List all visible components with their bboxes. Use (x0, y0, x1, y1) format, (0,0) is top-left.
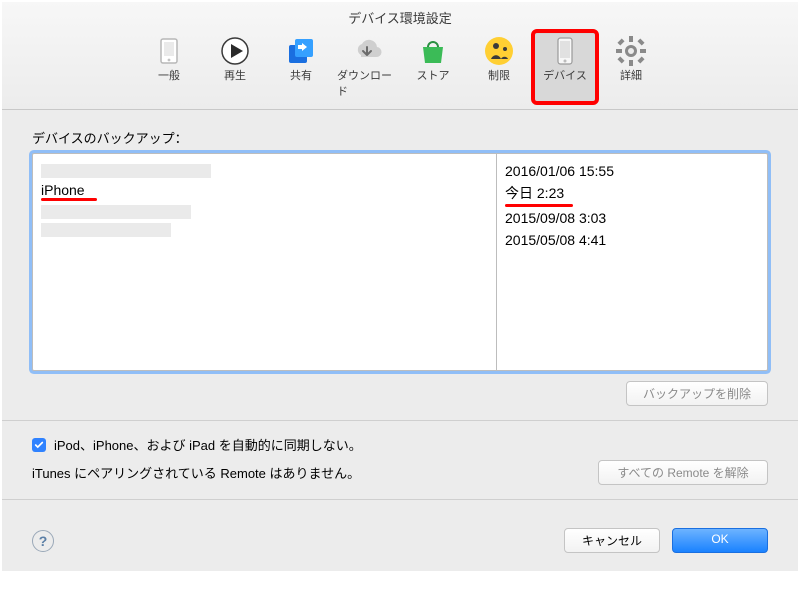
tab-label: デバイス (543, 67, 587, 83)
gear-icon (615, 35, 647, 67)
list-item[interactable] (41, 164, 211, 178)
check-icon (34, 440, 44, 450)
device-name: iPhone (41, 182, 85, 198)
remote-status-label: iTunes にペアリングされている Remote はありません。 (32, 463, 360, 482)
backup-date: 2015/05/08 4:41 (505, 229, 759, 251)
tab-store[interactable]: ストア (401, 31, 465, 103)
tab-general[interactable]: 一般 (137, 31, 201, 103)
parental-icon (483, 35, 515, 67)
window-title: デバイス環境設定 (2, 2, 798, 29)
tab-label: 制限 (488, 67, 510, 83)
divider (2, 499, 798, 500)
tab-label: ダウンロード (337, 67, 397, 99)
general-icon (153, 35, 185, 67)
unpair-remotes-button[interactable]: すべての Remote を解除 (598, 460, 768, 485)
tab-sharing[interactable]: 共有 (269, 31, 333, 103)
preference-tabs: 一般 再生 共有 ダウンロード (2, 29, 798, 110)
auto-sync-row: iPod、iPhone、および iPad を自動的に同期しない。 (32, 435, 768, 454)
device-icon (549, 35, 581, 67)
auto-sync-checkbox[interactable] (32, 438, 46, 452)
remote-row: iTunes にペアリングされている Remote はありません。 すべての R… (32, 460, 768, 485)
delete-backup-button[interactable]: バックアップを削除 (626, 381, 768, 406)
cancel-button[interactable]: キャンセル (564, 528, 660, 553)
auto-sync-label: iPod、iPhone、および iPad を自動的に同期しない。 (54, 435, 362, 454)
ok-button[interactable]: OK (672, 528, 768, 553)
backup-date: 今日 2:23 (505, 182, 759, 207)
tab-label: 一般 (158, 67, 180, 83)
backup-date: 2015/09/08 3:03 (505, 207, 759, 229)
list-item[interactable] (41, 205, 191, 219)
tab-label: 再生 (224, 67, 246, 83)
play-icon (219, 35, 251, 67)
backup-list-dates: 2016/01/06 15:55 今日 2:23 2015/09/08 3:03… (497, 154, 767, 370)
backup-list[interactable]: iPhone 2016/01/06 15:55 今日 2:23 2015/09/… (32, 153, 768, 371)
tab-label: 共有 (290, 67, 312, 83)
backup-date: 2016/01/06 15:55 (505, 160, 759, 182)
tab-devices[interactable]: デバイス (533, 31, 597, 103)
divider (2, 420, 798, 421)
list-item[interactable]: iPhone (41, 182, 488, 201)
tab-advanced[interactable]: 詳細 (599, 31, 663, 103)
tab-label: 詳細 (620, 67, 642, 83)
tab-playback[interactable]: 再生 (203, 31, 267, 103)
tab-restrictions[interactable]: 制限 (467, 31, 531, 103)
list-item[interactable] (41, 223, 171, 237)
cloud-download-icon (351, 35, 383, 67)
tab-downloads[interactable]: ダウンロード (335, 31, 399, 103)
backup-list-names: iPhone (33, 154, 497, 370)
help-icon: ? (39, 533, 48, 549)
backup-section-label: デバイスのバックアップ： (32, 128, 768, 147)
help-button[interactable]: ? (32, 530, 54, 552)
backup-date-text: 今日 2:23 (505, 185, 564, 201)
sharing-icon (285, 35, 317, 67)
store-icon (417, 35, 449, 67)
tab-label: ストア (417, 67, 450, 83)
annotation-underline (41, 198, 97, 201)
